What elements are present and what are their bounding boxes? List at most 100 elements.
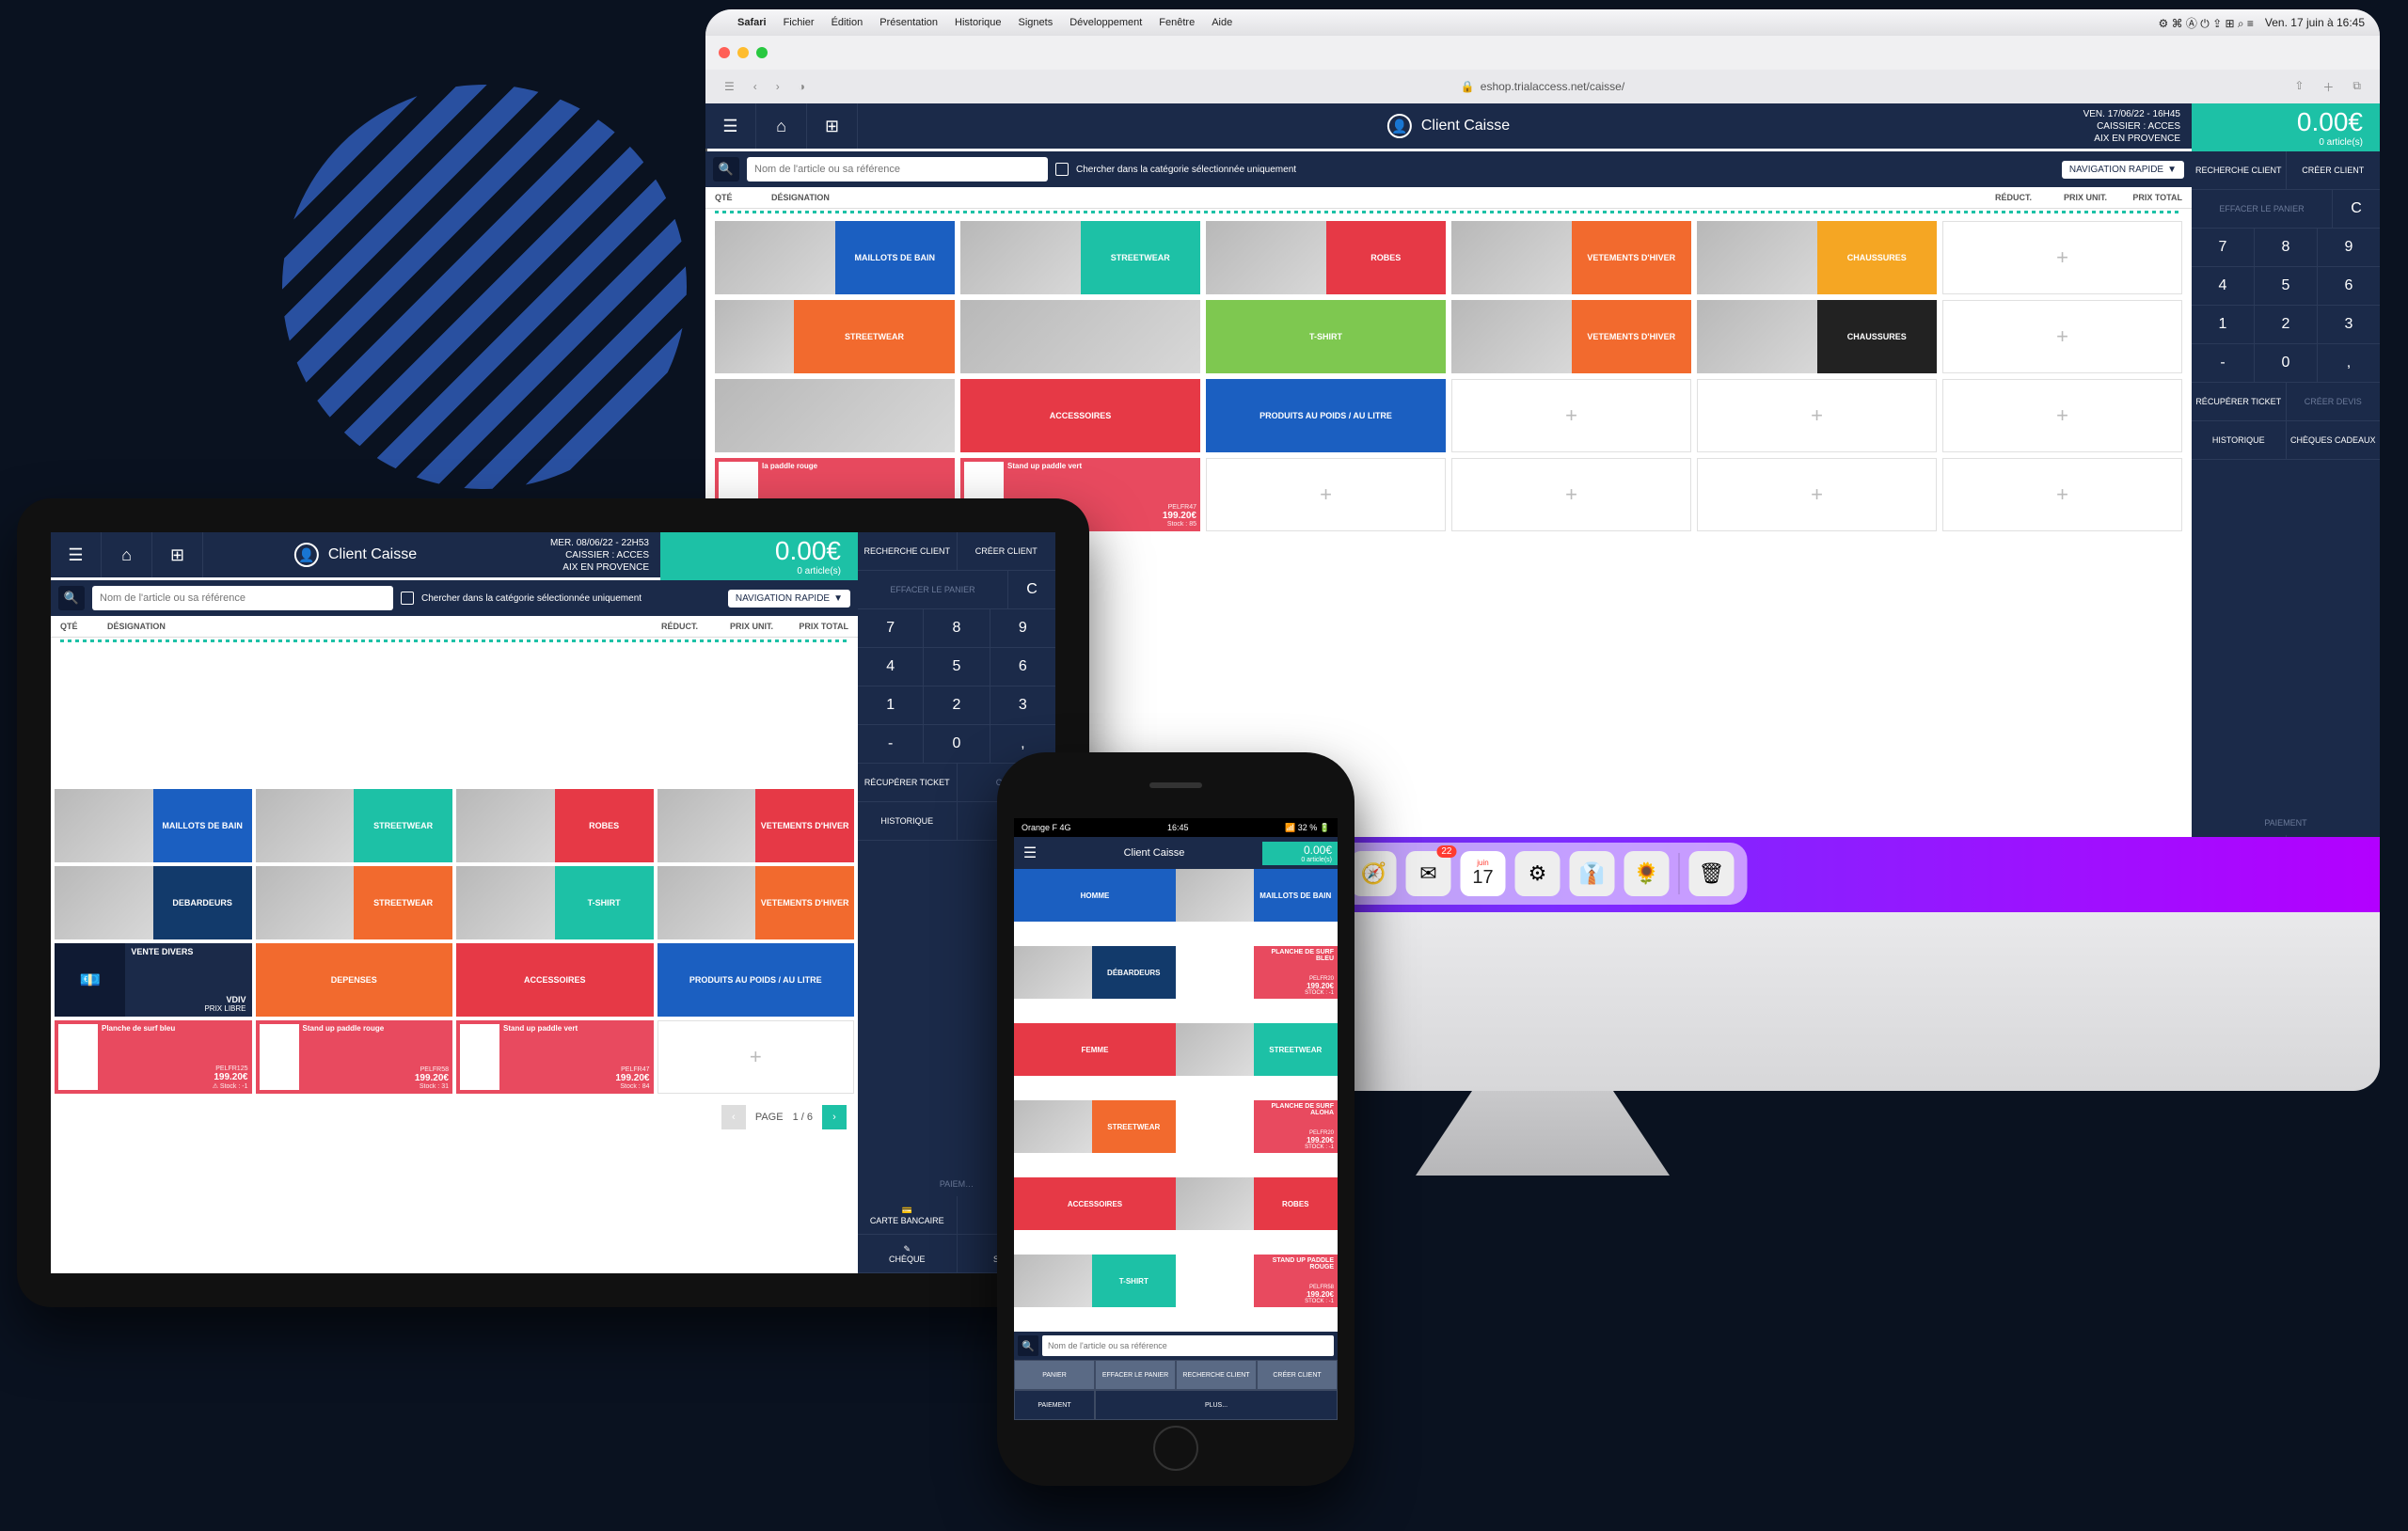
category-tile[interactable]: STREETWEAR [256, 866, 453, 939]
keypad-0[interactable]: 0 [2255, 344, 2318, 382]
keypad-5[interactable]: 5 [2255, 267, 2318, 305]
search-client-button[interactable]: RECHERCHE CLIENT [858, 532, 958, 570]
phone-home-button[interactable] [1153, 1426, 1198, 1471]
category-tile[interactable]: T-SHIRT [456, 866, 654, 939]
category-tile[interactable]: T-SHIRT [1206, 300, 1446, 373]
menu-dev[interactable]: Développement [1069, 17, 1142, 28]
client-name[interactable]: Client Caisse [1046, 847, 1262, 859]
dock-mail-icon[interactable]: ✉︎ 22 [1406, 851, 1451, 896]
category-tile[interactable]: VETEMENTS D'HIVER [1451, 300, 1691, 373]
keypad-7[interactable]: 7 [858, 609, 924, 647]
product-tile[interactable]: Stand up paddle rouge PELFR58199.20€ Sto… [1176, 1255, 1338, 1307]
menu-icon[interactable]: ☰ [705, 103, 756, 149]
category-tile[interactable]: MAILLOTS DE BAIN [55, 789, 252, 862]
category-tile[interactable]: DÉBARDEURS [1014, 946, 1176, 999]
keypad--[interactable]: - [858, 725, 924, 763]
category-tile[interactable]: ACCESSOIRES [456, 943, 654, 1017]
category-tile[interactable]: CHAUSSURES [1697, 300, 1937, 373]
product-tile[interactable]: Stand up paddle rouge PELFR58 199.20€Sto… [256, 1020, 453, 1094]
search-in-category-checkbox[interactable] [1055, 163, 1069, 176]
create-client-button[interactable]: CRÉER CLIENT [2287, 151, 2381, 189]
misc-sale-tile[interactable]: 💶 Vente divers VDIV Prix libre [55, 943, 252, 1017]
clear-cart-button[interactable]: EFFACER LE PANIER [2192, 190, 2333, 228]
create-quote-button[interactable]: CRÉER DEVIS [2287, 383, 2381, 420]
add-tile[interactable]: + [1451, 458, 1691, 531]
keypad-9[interactable]: 9 [2318, 229, 2380, 266]
add-tile[interactable]: + [1206, 458, 1446, 531]
category-tile[interactable]: VETEMENTS D'HIVER [657, 789, 855, 862]
keypad-1[interactable]: 1 [858, 687, 924, 724]
keypad-0[interactable]: 0 [924, 725, 990, 763]
keypad-8[interactable]: 8 [2255, 229, 2318, 266]
category-tile[interactable]: ROBES [456, 789, 654, 862]
window-minimize-icon[interactable] [737, 47, 749, 58]
category-tile[interactable]: MAILLOTS DE BAIN [715, 221, 955, 294]
category-tile[interactable]: STREETWEAR [1014, 1100, 1176, 1153]
page-prev-button[interactable]: ‹ [721, 1105, 746, 1129]
category-tile[interactable]: VETEMENTS D'HIVER [1451, 221, 1691, 294]
search-client-button[interactable]: RECHERCHE CLIENT [2192, 151, 2287, 189]
keypad-5[interactable]: 5 [924, 648, 990, 686]
add-tile[interactable]: + [1942, 458, 2182, 531]
add-tile[interactable]: + [1942, 379, 2182, 452]
dock-app-icon[interactable]: 👔 [1570, 851, 1615, 896]
quick-nav-dropdown[interactable]: NAVIGATION RAPIDE▼ [728, 590, 850, 608]
category-tile[interactable]: PRODUITS AU POIDS / AU LITRE [1206, 379, 1446, 452]
clear-cart-button[interactable]: EFFACER LE PANIER [1095, 1360, 1176, 1390]
search-input[interactable] [92, 586, 393, 610]
add-tile[interactable]: + [1942, 300, 2182, 373]
category-tile[interactable]: STREETWEAR [960, 221, 1200, 294]
menu-window[interactable]: Fenêtre [1159, 17, 1195, 28]
category-tile[interactable]: STREETWEAR [1176, 1023, 1338, 1076]
category-tile[interactable]: ACCESSOIRES [960, 379, 1200, 452]
category-tile[interactable]: ACCESSOIRES [1014, 1177, 1176, 1230]
calculator-icon[interactable]: ⊞ [152, 532, 203, 577]
category-tile[interactable]: STREETWEAR [715, 300, 955, 373]
share-icon[interactable]: ⇧ [2294, 79, 2304, 95]
product-tile[interactable]: Planche de surf bleu PELFR125 199.20€⚠ S… [55, 1020, 252, 1094]
keypad-4[interactable]: 4 [858, 648, 924, 686]
keypad-c[interactable]: C [2333, 190, 2380, 228]
new-tab-icon[interactable]: ＋ [2322, 79, 2334, 95]
search-in-category-checkbox[interactable] [401, 592, 414, 605]
payment-button[interactable]: PAIEMENT [1014, 1390, 1095, 1420]
menu-file[interactable]: Fichier [784, 17, 815, 28]
keypad-7[interactable]: 7 [2192, 229, 2255, 266]
menu-bookmarks[interactable]: Signets [1019, 17, 1054, 28]
add-tile[interactable]: + [1697, 379, 1937, 452]
back-icon[interactable]: ‹ [753, 80, 757, 93]
keypad-3[interactable]: 3 [2318, 306, 2380, 343]
category-tile[interactable]: PRODUITS AU POIDS / AU LITRE [657, 943, 855, 1017]
image-tile[interactable] [960, 300, 1200, 373]
menu-view[interactable]: Présentation [879, 17, 938, 28]
search-icon[interactable]: 🔍 [1018, 1335, 1038, 1356]
keypad-,[interactable]: , [2318, 344, 2380, 382]
category-tile[interactable]: CHAUSSURES [1697, 221, 1937, 294]
browser-url[interactable]: eshop.trialaccess.net/caisse/ [1481, 80, 1624, 93]
pay-card-button[interactable]: 💳CARTE BANCAIRE [858, 1196, 958, 1234]
dock-photos-icon[interactable]: 🌻 [1624, 851, 1670, 896]
dock-calendar-icon[interactable]: juin 17 [1461, 851, 1506, 896]
recover-ticket-button[interactable]: RÉCUPÉRER TICKET [858, 764, 958, 801]
category-tile[interactable]: ROBES [1206, 221, 1446, 294]
client-selector[interactable]: 👤 Client Caisse [1387, 114, 1510, 138]
add-tile[interactable]: + [657, 1020, 855, 1094]
menu-edit[interactable]: Édition [832, 17, 863, 28]
keypad-2[interactable]: 2 [924, 687, 990, 724]
shield-icon[interactable]: ◑ [799, 80, 805, 93]
keypad-3[interactable]: 3 [990, 687, 1055, 724]
more-button[interactable]: PLUS... [1095, 1390, 1338, 1420]
category-tile[interactable]: FEMME [1014, 1023, 1176, 1076]
add-tile[interactable]: + [1697, 458, 1937, 531]
keypad-6[interactable]: 6 [990, 648, 1055, 686]
dock-safari-icon[interactable]: 🧭 [1352, 851, 1397, 896]
search-client-button[interactable]: RECHERCHE CLIENT [1176, 1360, 1257, 1390]
create-client-button[interactable]: CRÉER CLIENT [1257, 1360, 1338, 1390]
cart-button[interactable]: PANIER [1014, 1360, 1095, 1390]
keypad-1[interactable]: 1 [2192, 306, 2255, 343]
home-icon[interactable]: ⌂ [756, 103, 807, 149]
menu-icon[interactable]: ☰ [51, 532, 102, 577]
category-tile[interactable]: VETEMENTS D'HIVER [657, 866, 855, 939]
add-tile[interactable]: + [1942, 221, 2182, 294]
product-tile[interactable]: Stand up paddle vert PELFR47 199.20€Stoc… [456, 1020, 654, 1094]
